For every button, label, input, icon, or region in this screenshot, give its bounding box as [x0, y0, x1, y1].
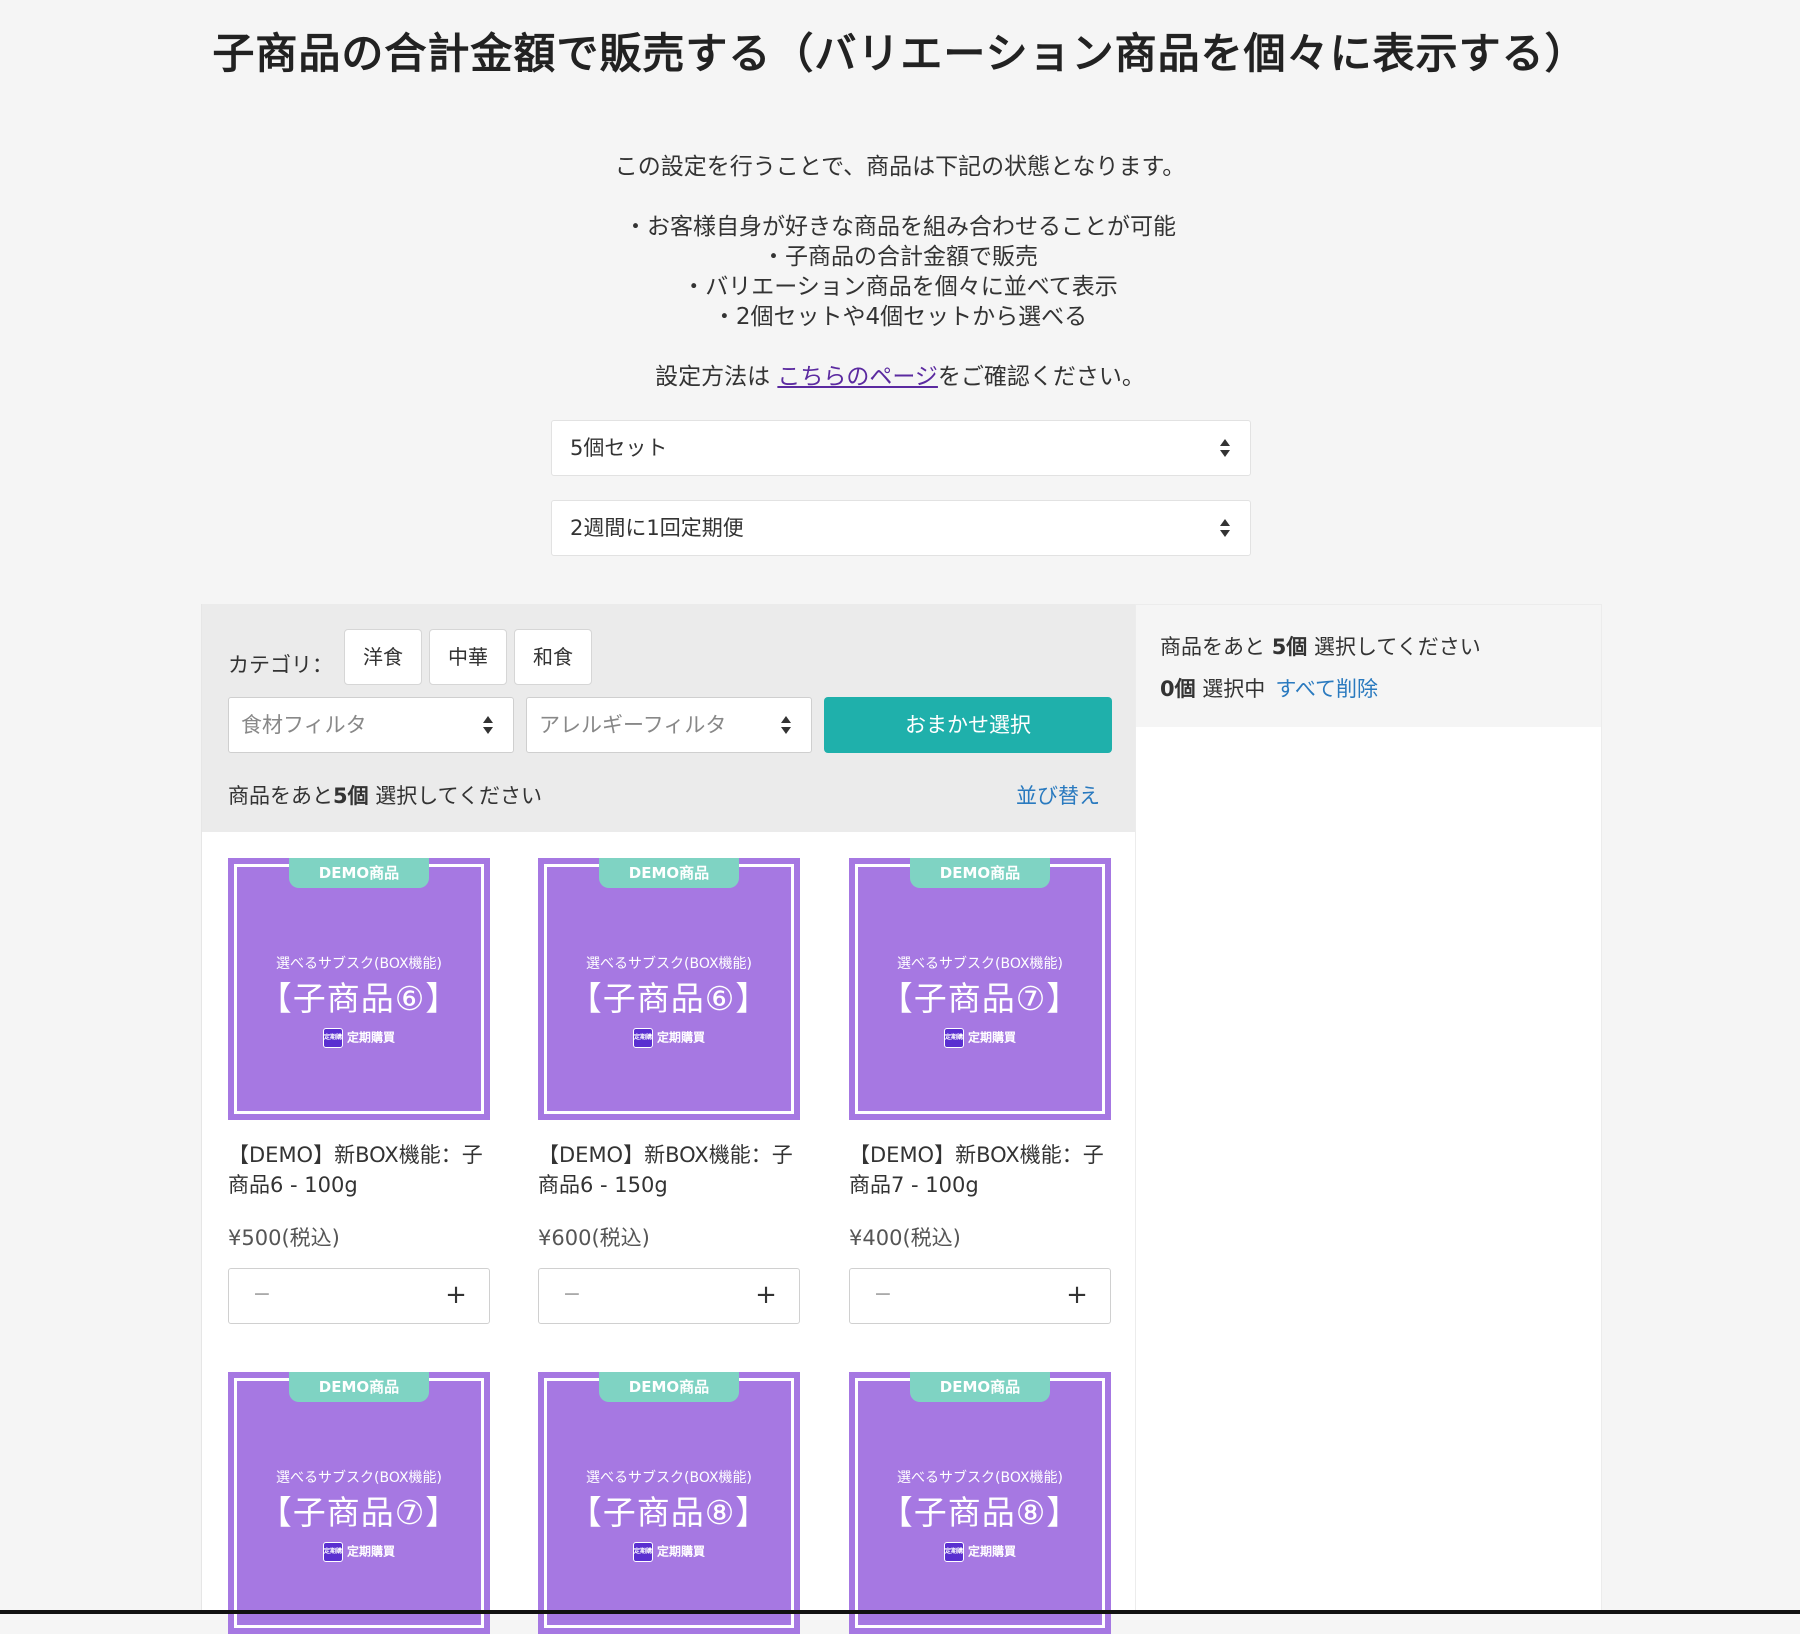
intro-line: この設定を行うことで、商品は下記の状態となります。: [614, 154, 1186, 180]
subscription-icon: 定期購買: [632, 1028, 653, 1048]
select-arrows-icon: [1220, 439, 1230, 457]
image-subtitle: 選べるサブスク(BOX機能): [276, 956, 442, 972]
decrease-quantity-button[interactable]: −: [868, 1269, 898, 1323]
category-western-button[interactable]: 洋食: [344, 629, 422, 685]
product-name[interactable]: 【DEMO】新BOX機能：子商品6 - 100g: [228, 1140, 490, 1200]
subscription-badge: 定期購買定期購買: [849, 1542, 1111, 1562]
image-product-label: 【子商品⑦】: [258, 1493, 460, 1532]
bullet-item: ・お客様自身が好きな商品を組み合わせることが可能: [624, 214, 1176, 240]
settings-page-link[interactable]: こちらのページ: [777, 364, 938, 390]
product-name[interactable]: 【DEMO】新BOX機能：子商品6 - 150g: [538, 1140, 800, 1200]
demo-tag: DEMO商品: [289, 1372, 429, 1402]
filter-area: カテゴリ： 洋食 中華 和食 食材フィルタ アレルギーフィルタ おまかせ選択 商…: [202, 604, 1136, 832]
image-product-label: 【子商品⑥】: [258, 979, 460, 1018]
subscription-icon: 定期購買: [322, 1028, 343, 1048]
subscription-badge: 定期購買定期購買: [538, 1542, 800, 1562]
remaining-count-text: 商品をあと5個 選択してください: [228, 784, 543, 808]
product-image[interactable]: DEMO商品選べるサブスク(BOX機能) 【子商品⑧】定期購買定期購買: [538, 1372, 800, 1634]
image-product-label: 【子商品⑦】: [879, 979, 1081, 1018]
selection-summary-panel: 商品をあと 5個 選択してください 0個 選択中 すべて削除: [1135, 604, 1602, 1614]
image-product-label: 【子商品⑧】: [568, 1493, 770, 1532]
image-subtitle: 選べるサブスク(BOX機能): [897, 1470, 1063, 1486]
image-product-label: 【子商品⑧】: [879, 1493, 1081, 1532]
ingredient-filter-select[interactable]: 食材フィルタ: [228, 697, 514, 753]
delete-all-link[interactable]: すべて削除: [1275, 677, 1378, 701]
intro-text: この設定を行うことで、商品は下記の状態となります。 ・お客様自身が好きな商品を組…: [0, 152, 1800, 392]
summary-selected-text: 0個 選択中 すべて削除: [1160, 677, 1379, 701]
category-label: カテゴリ：: [228, 653, 333, 677]
subscription-badge: 定期購買定期購買: [228, 1028, 490, 1048]
bullet-item: ・バリエーション商品を個々に並べて表示: [682, 274, 1118, 300]
page-title: 子商品の合計金額で販売する（バリエーション商品を個々に表示する）: [212, 29, 1588, 78]
image-subtitle: 選べるサブスク(BOX機能): [897, 956, 1063, 972]
set-size-select[interactable]: 5個セット: [551, 420, 1251, 476]
product-image[interactable]: DEMO商品選べるサブスク(BOX機能) 【子商品⑦】定期購買定期購買: [849, 858, 1111, 1120]
product-price: ¥400(税込): [849, 1226, 961, 1250]
product-image[interactable]: DEMO商品選べるサブスク(BOX機能) 【子商品⑥】定期購買定期購買: [538, 858, 800, 1120]
demo-tag: DEMO商品: [599, 1372, 739, 1402]
quantity-stepper: − +: [849, 1268, 1111, 1324]
product-list-panel: カテゴリ： 洋食 中華 和食 食材フィルタ アレルギーフィルタ おまかせ選択 商…: [201, 604, 1136, 1634]
summary-remaining-text: 商品をあと 5個 選択してください: [1160, 635, 1481, 659]
subscription-icon: 定期購買: [943, 1028, 964, 1048]
product-image[interactable]: DEMO商品選べるサブスク(BOX機能) 【子商品⑦】定期購買定期購買: [228, 1372, 490, 1634]
delivery-select[interactable]: 2週間に1回定期便: [551, 500, 1251, 556]
subscription-icon: 定期購買: [943, 1542, 964, 1562]
category-japanese-button[interactable]: 和食: [514, 629, 592, 685]
decrease-quantity-button[interactable]: −: [557, 1269, 587, 1323]
quantity-stepper: − +: [538, 1268, 800, 1324]
product-price: ¥600(税込): [538, 1226, 650, 1250]
settings-line: 設定方法は こちらのページをご確認ください。: [655, 364, 1145, 390]
product-name[interactable]: 【DEMO】新BOX機能：子商品7 - 100g: [849, 1140, 1111, 1200]
demo-tag: DEMO商品: [910, 858, 1050, 888]
subscription-icon: 定期購買: [322, 1542, 343, 1562]
sort-link[interactable]: 並び替え: [1016, 780, 1100, 810]
select-arrows-icon: [1220, 519, 1230, 537]
summary-header: 商品をあと 5個 選択してください 0個 選択中 すべて削除: [1136, 605, 1601, 727]
select-arrows-icon: [781, 716, 791, 734]
demo-tag: DEMO商品: [599, 858, 739, 888]
product-price: ¥500(税込): [228, 1226, 340, 1250]
increase-quantity-button[interactable]: +: [751, 1269, 781, 1323]
demo-tag: DEMO商品: [910, 1372, 1050, 1402]
product-image[interactable]: DEMO商品選べるサブスク(BOX機能) 【子商品⑧】定期購買定期購買: [849, 1372, 1111, 1634]
category-chinese-button[interactable]: 中華: [429, 629, 507, 685]
subscription-badge: 定期購買定期購買: [538, 1028, 800, 1048]
increase-quantity-button[interactable]: +: [441, 1269, 471, 1323]
increase-quantity-button[interactable]: +: [1062, 1269, 1092, 1323]
image-subtitle: 選べるサブスク(BOX機能): [586, 956, 752, 972]
subscription-icon: 定期購買: [632, 1542, 653, 1562]
bullet-item: ・子商品の合計金額で販売: [762, 244, 1038, 270]
bullet-item: ・2個セットや4個セットから選べる: [712, 304, 1088, 330]
bottom-border: [0, 1610, 1800, 1614]
image-subtitle: 選べるサブスク(BOX機能): [586, 1470, 752, 1486]
subscription-badge: 定期購買定期購買: [849, 1028, 1111, 1048]
image-product-label: 【子商品⑥】: [568, 979, 770, 1018]
demo-tag: DEMO商品: [289, 858, 429, 888]
omakase-select-button[interactable]: おまかせ選択: [824, 697, 1112, 753]
quantity-stepper: − +: [228, 1268, 490, 1324]
subscription-badge: 定期購買定期購買: [228, 1542, 490, 1562]
select-arrows-icon: [483, 716, 493, 734]
allergy-filter-select[interactable]: アレルギーフィルタ: [526, 697, 812, 753]
image-subtitle: 選べるサブスク(BOX機能): [276, 1470, 442, 1486]
product-image[interactable]: DEMO商品選べるサブスク(BOX機能) 【子商品⑥】定期購買定期購買: [228, 858, 490, 1120]
decrease-quantity-button[interactable]: −: [247, 1269, 277, 1323]
